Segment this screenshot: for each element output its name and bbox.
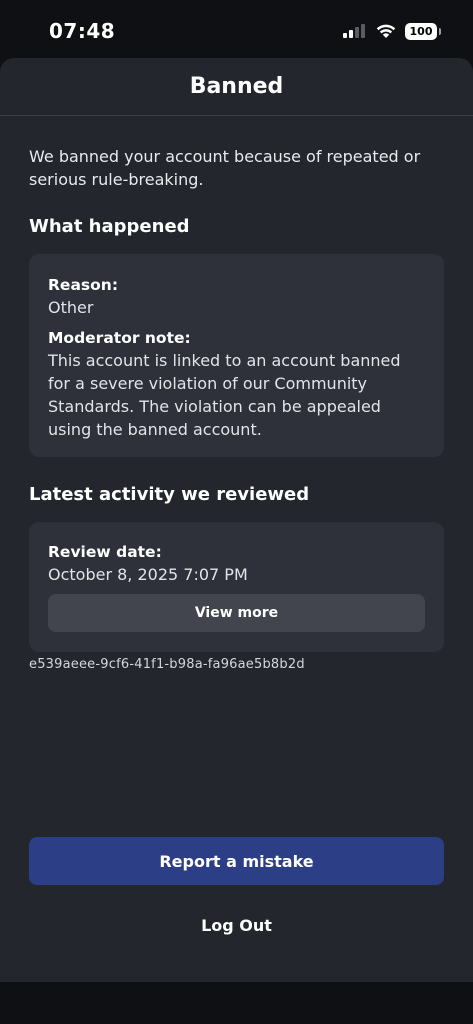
review-date-label: Review date: <box>48 543 162 561</box>
ban-explanation: We banned your account because of repeat… <box>29 147 421 189</box>
bottom-safe-area <box>0 982 473 1024</box>
report-mistake-button[interactable]: Report a mistake <box>29 837 444 885</box>
reason-label: Reason: <box>48 276 119 294</box>
status-time: 07:48 <box>49 19 116 43</box>
banned-sheet: Banned We banned your account because of… <box>0 58 473 982</box>
battery-icon: 100 <box>405 22 441 40</box>
page-title: Banned <box>189 74 284 99</box>
moderator-note-value: This account is linked to an account ban… <box>48 351 401 439</box>
reason-value: Other <box>48 298 94 317</box>
view-more-button[interactable]: View more <box>48 594 425 632</box>
reference-id: e539aeee-9cf6-41f1-b98a-fa96ae5b8b2d <box>29 657 305 672</box>
sheet-header: Banned <box>0 58 473 116</box>
what-happened-heading: What happened <box>29 216 190 237</box>
cellular-signal-icon <box>343 24 367 38</box>
status-bar: 07:48 100 <box>0 0 473 58</box>
moderator-note-label: Moderator note: <box>48 329 191 347</box>
latest-activity-card: Review date: October 8, 2025 7:07 PM Vie… <box>29 522 444 652</box>
latest-activity-heading: Latest activity we reviewed <box>29 484 310 505</box>
log-out-button[interactable]: Log Out <box>29 908 444 942</box>
wifi-icon <box>376 24 396 38</box>
status-icons: 100 <box>343 21 441 41</box>
review-date-value: October 8, 2025 7:07 PM <box>48 565 248 584</box>
what-happened-card: Reason: Other Moderator note: This accou… <box>29 254 444 457</box>
